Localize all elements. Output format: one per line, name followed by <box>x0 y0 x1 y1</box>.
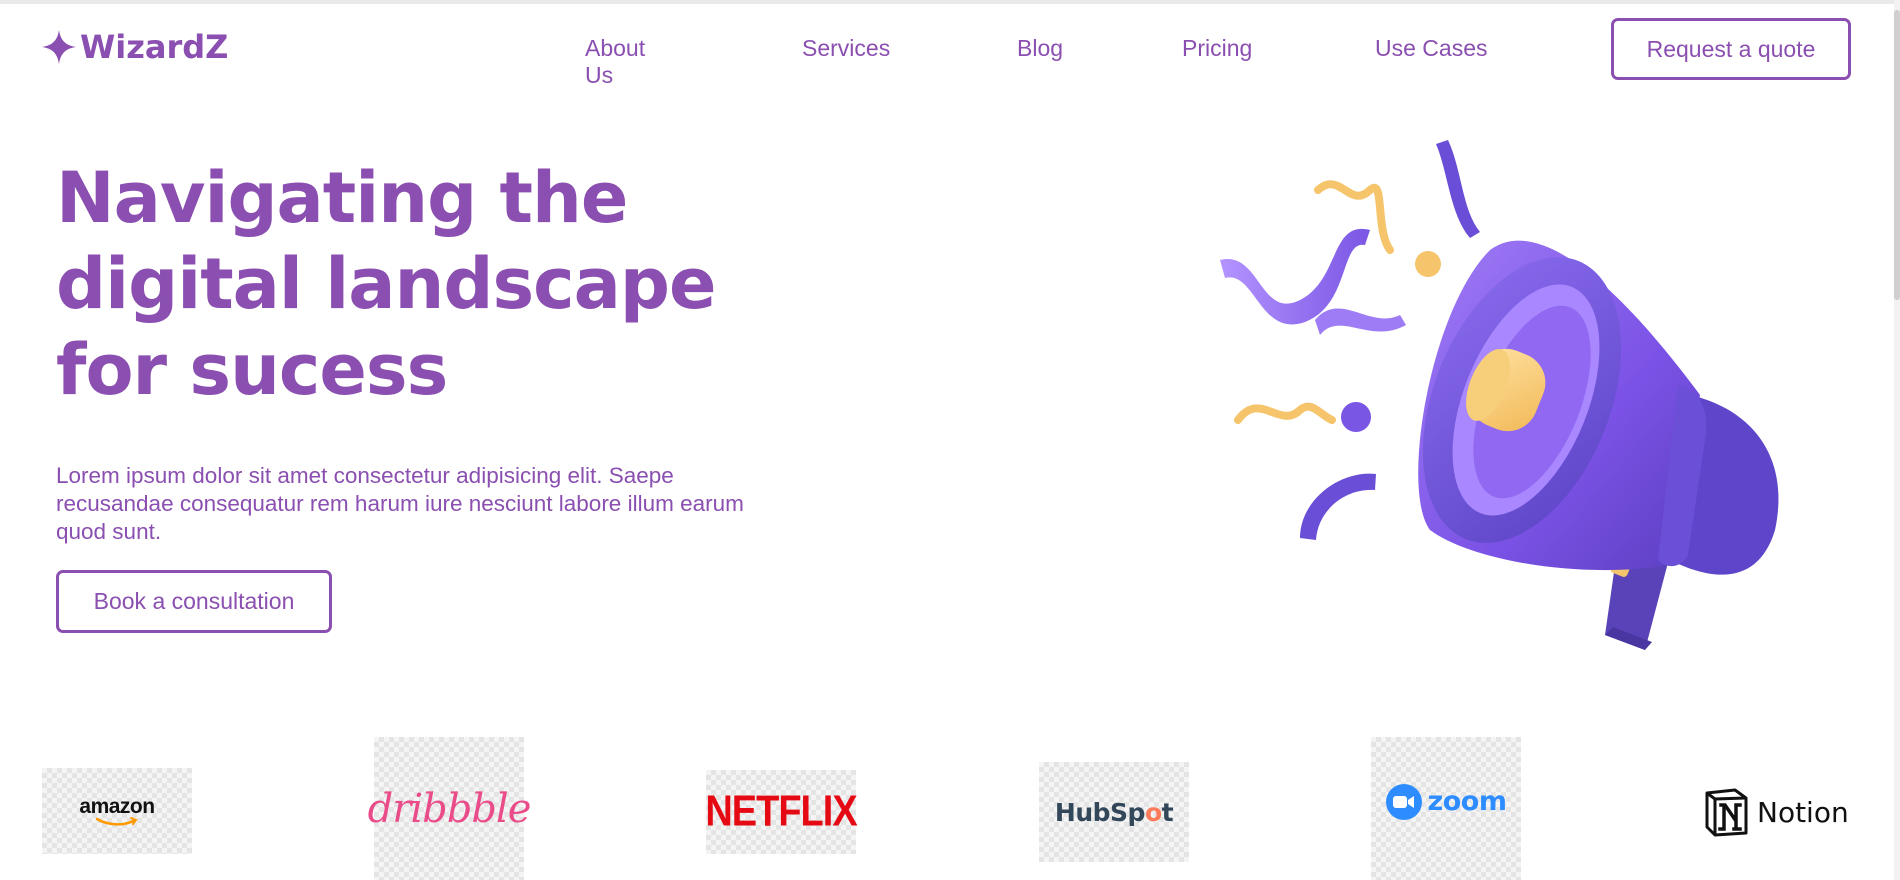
sparkle-icon <box>41 29 77 65</box>
megaphone-illustration <box>1220 140 1779 650</box>
hubspot-logo-text: HubSpot <box>1054 797 1174 827</box>
hubspot-logo-text-part: HubSp <box>1054 797 1146 827</box>
request-quote-button[interactable]: Request a quote <box>1611 18 1851 80</box>
logo-text: WizardZ <box>80 28 229 66</box>
book-consultation-button[interactable]: Book a consultation <box>56 570 332 633</box>
zoom-logo-text: zoom <box>1427 786 1507 817</box>
nav-use-cases[interactable]: Use Cases <box>1375 35 1487 62</box>
hubspot-logo: HubSpot <box>1039 762 1189 862</box>
notion-icon <box>1705 788 1748 837</box>
dribbble-logo: dribbble <box>368 737 531 880</box>
hero-title-line: digital landscape <box>56 243 716 325</box>
hubspot-logo-text-part: t <box>1161 797 1174 827</box>
scrollbar-thumb[interactable] <box>1894 10 1900 300</box>
notion-logo-text: Notion <box>1757 795 1849 829</box>
netflix-logo: NETFLIX <box>705 770 858 854</box>
logo[interactable]: WizardZ <box>40 28 228 66</box>
nav-pricing[interactable]: Pricing <box>1182 35 1252 62</box>
nav-about-us[interactable]: About Us <box>585 35 645 89</box>
hubspot-sprocket-icon: o <box>1144 797 1162 827</box>
zoom-camera-icon <box>1385 783 1422 820</box>
nav-services[interactable]: Services <box>802 35 890 62</box>
hero-title-line: for sucess <box>56 329 448 411</box>
zoom-logo: zoom <box>1371 737 1521 880</box>
notion-logo: Notion <box>1703 780 1863 844</box>
hero-title: Navigating the digital landscape for suc… <box>56 155 756 413</box>
hero-description: Lorem ipsum dolor sit amet consectetur a… <box>56 463 744 544</box>
amazon-logo-text: amazon <box>79 795 155 818</box>
dribbble-logo-text: dribbble <box>367 785 532 832</box>
netflix-logo-text: NETFLIX <box>705 787 857 836</box>
amazon-logo: amazon <box>42 768 192 854</box>
hero-title-line: Navigating the <box>56 157 628 239</box>
scrollbar[interactable] <box>1894 0 1900 880</box>
nav-blog[interactable]: Blog <box>1017 35 1063 62</box>
amazon-smile-icon <box>95 817 138 826</box>
top-border <box>0 0 1900 4</box>
